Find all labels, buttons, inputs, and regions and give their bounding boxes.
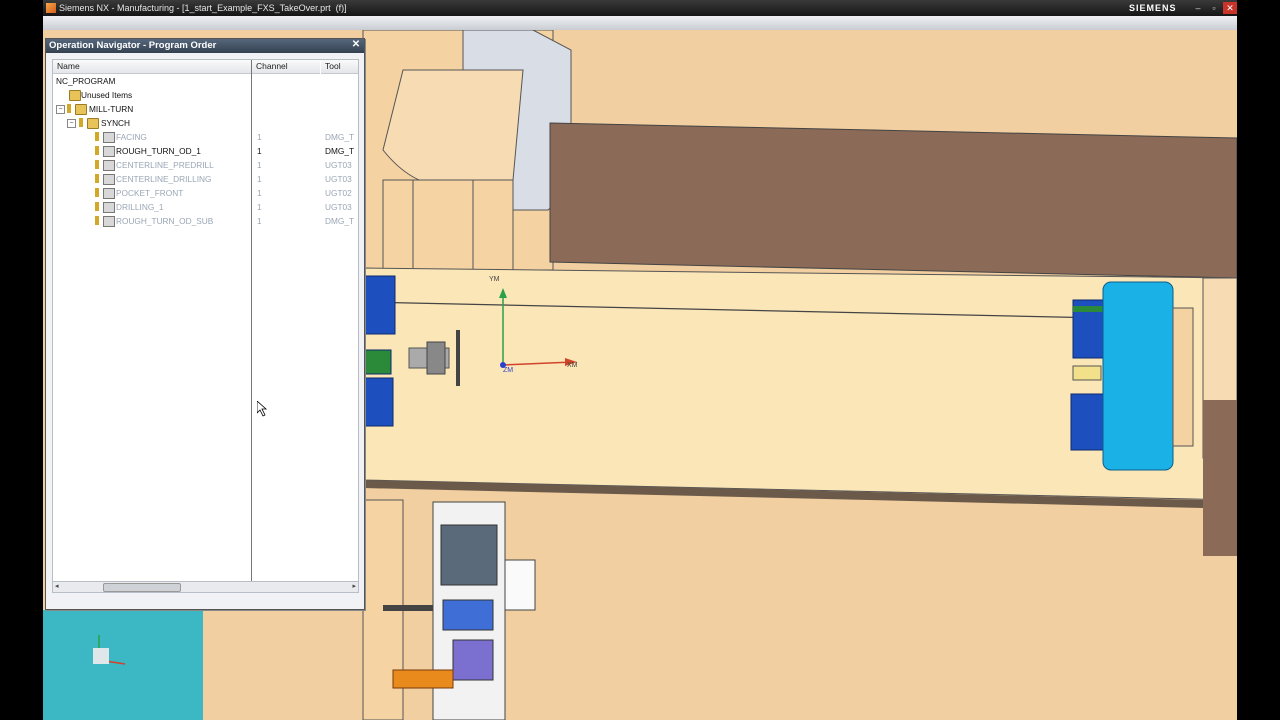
program-group-icon	[75, 104, 87, 115]
row-channel: 1	[257, 146, 262, 156]
close-navigator-button[interactable]: ✕	[351, 39, 361, 51]
close-window-button[interactable]: ✕	[1223, 2, 1237, 14]
row-name: CENTERLINE_DRILLING	[116, 174, 212, 184]
column-header-name[interactable]: Name	[53, 60, 251, 74]
drill-operation-icon	[103, 174, 115, 185]
view-triad-panel	[43, 610, 203, 720]
tree-row-operation[interactable]: ROUGH_TURN_OD_SUB 1 DMG_T	[53, 214, 358, 228]
minimize-button[interactable]: –	[1191, 2, 1205, 14]
row-channel: 1	[257, 160, 262, 170]
status-check-icon	[95, 132, 99, 141]
collapse-toggle-icon[interactable]: −	[67, 119, 76, 128]
tree-row-unused-items[interactable]: Unused Items	[53, 88, 358, 102]
tree-row-operation[interactable]: ROUGH_TURN_OD_1 1 DMG_T	[53, 144, 358, 158]
wcs-triad-icon	[93, 635, 126, 665]
mouse-pointer-icon	[257, 401, 268, 417]
status-check-icon	[95, 174, 99, 183]
window-title: Siemens NX - Manufacturing - [1_start_Ex…	[59, 3, 347, 13]
status-check-icon	[79, 118, 83, 127]
row-tool: DMG_T	[325, 216, 355, 226]
siemens-brand: SIEMENS	[1129, 3, 1177, 13]
status-check-icon	[95, 160, 99, 169]
row-name: NC_PROGRAM	[56, 76, 116, 86]
facing-operation-icon	[103, 132, 115, 143]
row-name: POCKET_FRONT	[116, 188, 184, 198]
tree-row-operation[interactable]: FACING 1 DMG_T	[53, 130, 358, 144]
row-name: SYNCH	[101, 118, 131, 128]
row-tool: DMG_T	[325, 132, 355, 142]
restore-button[interactable]: ▫	[1207, 2, 1221, 14]
scroll-right-arrow-icon[interactable]: ▸	[352, 582, 356, 590]
row-name: ROUGH_TURN_OD_SUB	[116, 216, 214, 226]
turning-operation-icon	[103, 216, 115, 227]
operation-tree-grid: Name Channel Tool NC_PROGRAM Unused Item…	[52, 59, 359, 583]
program-group-icon	[87, 118, 99, 129]
status-check-icon	[95, 216, 99, 225]
tree-row-mill-turn[interactable]: − MILL-TURN	[53, 102, 358, 116]
row-channel: 1	[257, 174, 262, 184]
row-name: MILL-TURN	[89, 104, 134, 114]
drilling-operation-icon	[103, 202, 115, 213]
window-title-bar: Siemens NX - Manufacturing - [1_start_Ex…	[43, 0, 1237, 16]
row-tool: UGT03	[325, 202, 352, 212]
row-tool: UGT03	[325, 174, 352, 184]
row-tool: UGT03	[325, 160, 352, 170]
operation-navigator-panel: Operation Navigator - Program Order ✕ Na…	[45, 38, 365, 610]
tree-row-operation[interactable]: CENTERLINE_DRILLING 1 UGT03	[53, 172, 358, 186]
scrollbar-thumb[interactable]	[103, 583, 181, 592]
horizontal-scrollbar[interactable]: ◂ ▸	[52, 581, 359, 593]
row-name: ROUGH_TURN_OD_1	[116, 146, 201, 156]
tree-row-synch[interactable]: − SYNCH	[53, 116, 358, 130]
row-name: FACING	[116, 132, 147, 142]
status-check-icon	[95, 146, 99, 155]
tree-row-operation[interactable]: DRILLING_1 1 UGT03	[53, 200, 358, 214]
column-header-tool[interactable]: Tool	[321, 60, 358, 74]
status-check-icon	[67, 104, 71, 113]
toolbar-strip	[43, 16, 1237, 31]
row-tool: DMG_T	[325, 146, 355, 156]
navigator-title: Operation Navigator - Program Order	[49, 40, 217, 51]
tree-row-operation[interactable]: POCKET_FRONT 1 UGT02	[53, 186, 358, 200]
turning-operation-icon	[103, 146, 115, 157]
navigator-title-bar: Operation Navigator - Program Order ✕	[46, 39, 364, 53]
scroll-left-arrow-icon[interactable]: ◂	[55, 582, 59, 590]
collapse-toggle-icon[interactable]: −	[56, 105, 65, 114]
drill-operation-icon	[103, 160, 115, 171]
folder-icon	[69, 90, 81, 101]
row-channel: 1	[257, 216, 262, 226]
zm-axis-label: ZM	[503, 367, 514, 374]
tree-row-operation[interactable]: CENTERLINE_PREDRILL 1 UGT03	[53, 158, 358, 172]
row-name: Unused Items	[81, 90, 133, 100]
nx-application-window: Siemens NX - Manufacturing - [1_start_Ex…	[43, 0, 1237, 720]
column-header-channel[interactable]: Channel	[252, 60, 320, 74]
nx-app-icon	[46, 3, 56, 13]
status-check-icon	[95, 202, 99, 211]
status-check-icon	[95, 188, 99, 197]
row-tool: UGT02	[325, 188, 352, 198]
row-name: CENTERLINE_PREDRILL	[116, 160, 214, 170]
xm-axis-label: XM	[567, 362, 578, 369]
row-channel: 1	[257, 202, 262, 212]
pocket-operation-icon	[103, 188, 115, 199]
ym-axis-label: YM	[489, 276, 500, 283]
row-channel: 1	[257, 188, 262, 198]
row-channel: 1	[257, 132, 262, 142]
row-name: DRILLING_1	[116, 202, 164, 212]
tree-row-nc-program[interactable]: NC_PROGRAM	[53, 74, 358, 88]
